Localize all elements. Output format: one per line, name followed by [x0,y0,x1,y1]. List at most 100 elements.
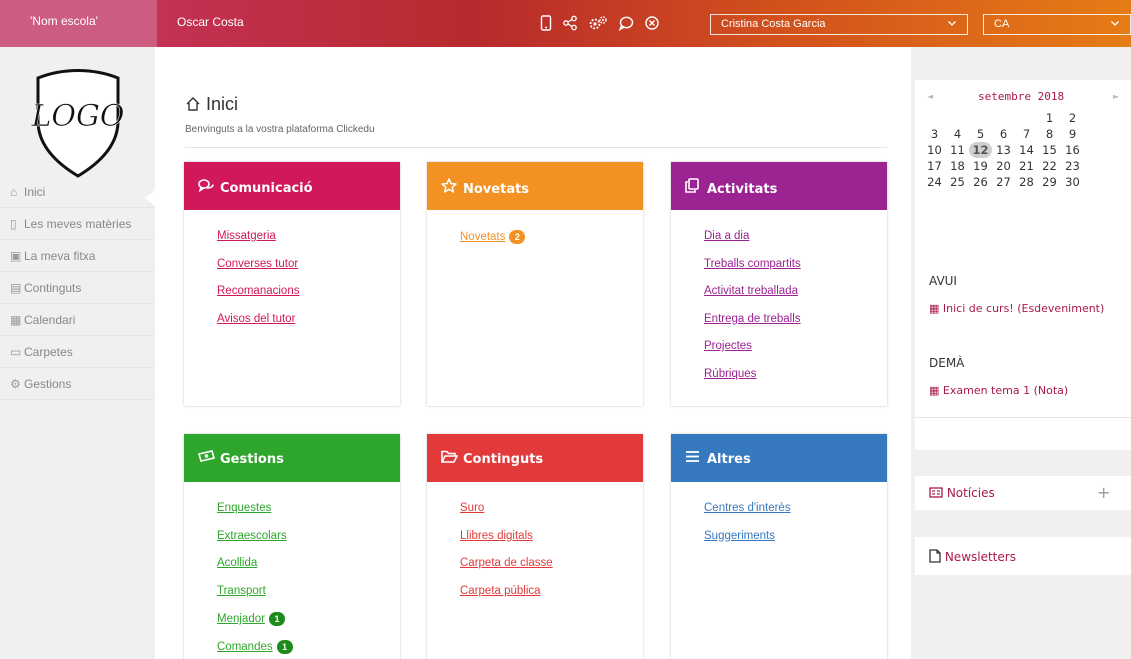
school-name[interactable]: 'Nom escola' [0,0,157,47]
calendar-day[interactable]: 17 [923,158,946,174]
calendar-day[interactable]: 25 [946,174,969,190]
calendar-day[interactable]: 20 [992,158,1015,174]
link-suro[interactable]: Suro [460,502,643,530]
phone-icon[interactable] [540,15,552,31]
calendar-day[interactable]: 11 [946,142,969,158]
link-missatgeria[interactable]: Missatgeria [217,230,400,258]
calendar-day[interactable]: 13 [992,142,1015,158]
link-projectes[interactable]: Projectes [704,340,887,368]
sidebar-item-carpetes[interactable]: ▭ Carpetes [0,336,155,368]
card-header: Continguts [427,434,643,482]
calendar-empty-cell [946,110,969,126]
calendar-day[interactable]: 1 [1038,110,1061,126]
user-select[interactable]: Cristina Costa Garcia [710,14,968,35]
folder-open-icon [440,450,463,467]
calendar-day[interactable]: 22 [1038,158,1061,174]
link-enquestes[interactable]: Enquestes [217,502,400,530]
today-event[interactable]: ▦ Inici de curs! (Esdeveniment) [929,301,1124,317]
calendar-week: 3456789 [923,126,1131,142]
calendar-day[interactable]: 6 [992,126,1015,142]
calendar-day[interactable]: 3 [923,126,946,142]
calendar-day[interactable]: 24 [923,174,946,190]
sidebar-item-fitxa[interactable]: ▣ La meva fitxa [0,240,155,272]
link-carpeta-classe[interactable]: Carpeta de classe [460,557,643,585]
link-avisos-tutor[interactable]: Avisos del tutor [217,313,400,341]
calendar-day[interactable]: 19 [969,158,992,174]
link-novetats[interactable]: Novetats 2 [460,230,643,258]
link-acollida[interactable]: Acollida [217,557,400,585]
calendar-day[interactable]: 8 [1038,126,1061,142]
tomorrow-event[interactable]: ▦ Examen tema 1 (Nota) [929,383,1124,399]
school-logo[interactable]: LOGO [28,66,128,186]
link-llibres-digitals[interactable]: Llibres digitals [460,530,643,558]
gestions-icon: ⚙ [10,377,21,391]
count-badge: 1 [268,612,285,626]
sidebar-item-materies[interactable]: ▯ Les meves matèries [0,208,155,240]
link-comandes[interactable]: Comandes 1 [217,639,400,659]
sidebar-item-inici[interactable]: ⌂ Inici [0,176,155,208]
calendar-day[interactable]: 16 [1061,142,1084,158]
logo-text: LOGO [30,99,124,134]
link-entrega-treballs[interactable]: Entrega de treballs [704,313,887,341]
calendar-day[interactable]: 10 [923,142,946,158]
link-label: Menjador [217,613,265,625]
calendar-day[interactable]: 29 [1038,174,1061,190]
link-extraescolars[interactable]: Extraescolars [217,530,400,558]
calendar-day[interactable]: 5 [969,126,992,142]
calendar-day[interactable]: 15 [1038,142,1061,158]
link-converses-tutor[interactable]: Converses tutor [217,258,400,286]
card-title: Comunicació [220,181,313,196]
calendar-week: 10 11 12 13 14 15 16 [923,142,1131,158]
user-name[interactable]: Oscar Costa [177,15,244,29]
news-title-text: Notícies [946,486,995,500]
link-activitat-treballada[interactable]: Activitat treballada [704,285,887,313]
next-month-button[interactable]: ► [1113,92,1119,101]
card-altres: Altres Centres d'interès Suggeriments [671,434,887,659]
calendar-day[interactable]: 18 [946,158,969,174]
home-icon: ⌂ [10,185,18,199]
news-widget[interactable]: Notícies + [915,476,1131,510]
page-title-text: Inici [206,94,239,114]
calendar-day[interactable]: 27 [992,174,1015,190]
calendar-day[interactable]: 26 [969,174,992,190]
calendar-day[interactable]: 2 [1061,110,1084,126]
prev-month-button[interactable]: ◄ [927,92,933,101]
chevron-down-icon [1110,18,1120,31]
link-menjador[interactable]: Menjador 1 [217,612,400,640]
calendar-day[interactable]: 21 [1015,158,1038,174]
profile-card-icon: ▣ [10,249,22,263]
card-header: Activitats [671,162,887,210]
link-suggeriments[interactable]: Suggeriments [704,530,887,558]
calendar-day[interactable]: 23 [1061,158,1084,174]
calendar-day[interactable]: 7 [1015,126,1038,142]
calendar-day[interactable]: 12 [969,142,992,158]
link-rubriques[interactable]: Rúbriques [704,368,887,396]
link-treballs-compartits[interactable]: Treballs compartits [704,258,887,286]
sidebar-item-calendari[interactable]: ▦ Calendari [0,304,155,336]
sidebar-item-continguts[interactable]: ▤ Continguts [0,272,155,304]
calendar-day[interactable]: 4 [946,126,969,142]
chat-icon[interactable] [618,15,634,31]
calendar-day[interactable]: 9 [1061,126,1084,142]
link-dia-a-dia[interactable]: Dia a dia [704,230,887,258]
link-recomanacions[interactable]: Recomanacions [217,285,400,313]
add-news-button[interactable]: + [1097,483,1110,502]
top-bar: 'Nom escola' Oscar Costa Cristina Costa … [0,0,1131,47]
share-icon[interactable] [562,15,578,31]
link-centres-interes[interactable]: Centres d'interès [704,502,887,530]
card-title: Activitats [707,182,778,197]
link-label: Comandes [217,640,273,653]
close-circle-icon[interactable] [644,15,660,31]
calendar-month: setembre 2018 [978,90,1065,103]
money-icon [197,450,220,467]
link-carpeta-publica[interactable]: Carpeta pública [460,585,643,613]
calendar-day[interactable]: 28 [1015,174,1038,190]
newsletters-widget[interactable]: Newsletters [915,537,1131,575]
calendar-day[interactable]: 14 [1015,142,1038,158]
calendar-day[interactable]: 30 [1061,174,1084,190]
settings-icon[interactable] [588,15,608,31]
link-transport[interactable]: Transport [217,585,400,613]
language-select[interactable]: CA [983,14,1131,35]
bookmark-icon: ▯ [10,217,17,231]
sidebar-item-gestions[interactable]: ⚙ Gestions [0,368,155,400]
